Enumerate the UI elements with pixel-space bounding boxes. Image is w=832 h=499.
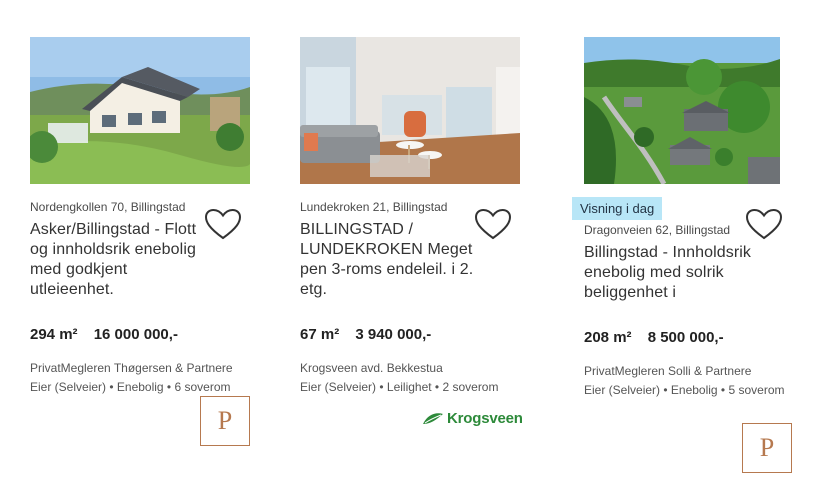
privatmegleren-logo: P [200,396,250,446]
aerial-photo [584,37,780,184]
heart-icon[interactable] [204,208,244,242]
listing-broker: Krogsveen avd. Bekkestua [300,361,443,375]
krogsveen-logo: Krogsveen [422,410,523,427]
title-fade [30,304,210,318]
listing-broker: PrivatMegleren Solli & Partnere [584,364,752,378]
listing-broker: PrivatMegleren Thøgersen & Partnere [30,361,233,375]
viewing-badge: Visning i dag [572,197,663,220]
broker-logo-letter: P [217,406,233,435]
house-photo [30,37,250,184]
listing-size: 294 m² [30,326,78,343]
broker-logo-text: Krogsveen [447,410,523,427]
listing-details: Eier (Selveier) • Leilighet • 2 soverom [300,380,499,394]
title-fade [584,307,754,321]
listing-price: 8 500 000,- [647,329,724,346]
privatmegleren-logo: P [742,423,792,473]
listing-meta: 294 m² 16 000 000,- [30,326,250,343]
apartment-photo [300,37,520,184]
listing-photo[interactable] [584,37,780,184]
listing-meta: 208 m² 8 500 000,- [584,329,784,346]
heart-icon[interactable] [474,208,514,242]
listing-photo[interactable] [300,37,520,184]
listing-details: Eier (Selveier) • Enebolig • 5 soverom [584,383,785,397]
listing-price: 16 000 000,- [93,326,178,343]
listing-meta: 67 m² 3 940 000,- [300,326,520,343]
broker-logo-letter: P [759,433,775,462]
listing-title[interactable]: Billingstad - Innholdsrik enebolig med s… [584,243,754,303]
listing-title[interactable]: BILLINGSTAD / LUNDEKROKEN Meget pen 3-ro… [300,220,480,300]
listing-details: Eier (Selveier) • Enebolig • 6 soverom [30,380,231,394]
title-fade [300,304,480,318]
heart-icon[interactable] [745,208,785,242]
listing-price: 3 940 000,- [355,326,432,343]
leaf-icon [423,412,443,424]
listing-photo[interactable] [30,37,250,184]
listing-title-container[interactable]: BILLINGSTAD / LUNDEKROKEN Meget pen 3-ro… [300,220,480,318]
listing-title-container[interactable]: Asker/Billingstad - Flott og innholdsrik… [30,220,210,318]
listing-size: 67 m² [300,326,340,343]
listing-size: 208 m² [584,329,632,346]
listing-title[interactable]: Asker/Billingstad - Flott og innholdsrik… [30,220,210,300]
listing-title-container[interactable]: Billingstad - Innholdsrik enebolig med s… [584,243,754,321]
